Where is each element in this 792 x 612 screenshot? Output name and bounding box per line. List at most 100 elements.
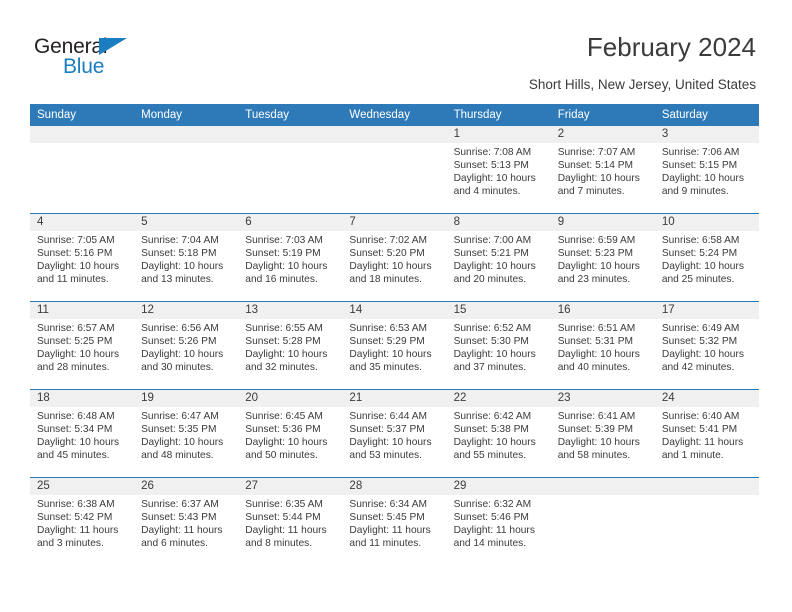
daylight-text: Daylight: 10 hours and 45 minutes.	[37, 437, 120, 462]
day-number: 28	[349, 480, 363, 492]
sunset-text: Sunset: 5:39 PM	[557, 424, 634, 436]
day-number: 7	[349, 216, 356, 228]
calendar-day-cell[interactable]: 3 Sunrise: 7:06 AM Sunset: 5:15 PM Daylight…	[654, 126, 759, 213]
day-details: Sunrise: 7:05 AM Sunset: 5:16 PM Daylight:…	[30, 231, 134, 286]
day-details: Sunrise: 7:06 AM Sunset: 5:15 PM Daylight:…	[655, 143, 759, 198]
day-number-band: 8	[446, 214, 551, 231]
sunrise-text: Sunrise: 7:03 AM	[245, 235, 323, 246]
daylight-text: Daylight: 10 hours and 7 minutes.	[557, 173, 640, 198]
sunrise-text: Sunrise: 6:34 AM	[349, 499, 428, 510]
daylight-text: Daylight: 10 hours and 23 minutes.	[557, 261, 640, 286]
day-number-band: 18	[30, 390, 135, 407]
sunrise-text: Sunrise: 6:40 AM	[661, 411, 740, 422]
calendar-day-cell[interactable]: 27 Sunrise: 6:35 AM Sunset: 5:44 PM Dayligh…	[238, 478, 343, 566]
calendar-day-cell[interactable]: 23 Sunrise: 6:41 AM Sunset: 5:39 PM Dayligh…	[550, 390, 655, 477]
sunset-text: Sunset: 5:19 PM	[245, 248, 321, 260]
sunset-text: Sunset: 5:28 PM	[245, 336, 321, 348]
daylight-text: Daylight: 10 hours and 11 minutes.	[37, 261, 120, 286]
calendar-day-cell[interactable]: 10 Sunrise: 6:58 AM Sunset: 5:24 PM Dayligh…	[654, 214, 759, 301]
calendar-day-cell[interactable]: 25 Sunrise: 6:38 AM Sunset: 5:42 PM Dayligh…	[30, 478, 135, 566]
day-number: 12	[141, 304, 154, 316]
day-number-band: 3	[654, 126, 759, 143]
sunrise-text: Sunrise: 6:47 AM	[141, 411, 219, 422]
calendar-day-cell[interactable]: 22 Sunrise: 6:42 AM Sunset: 5:38 PM Dayligh…	[446, 390, 551, 477]
calendar-day-cell[interactable]: 4 Sunrise: 7:05 AM Sunset: 5:16 PM Daylight…	[30, 214, 135, 301]
sunrise-text: Sunrise: 7:05 AM	[37, 235, 115, 246]
sunrise-text: Sunrise: 6:53 AM	[349, 323, 428, 334]
day-details: Sunrise: 7:03 AM Sunset: 5:19 PM Daylight:…	[238, 231, 342, 286]
day-number-band: 1	[446, 126, 551, 143]
calendar-day-cell[interactable]: 2 Sunrise: 7:07 AM Sunset: 5:14 PM Daylight…	[550, 126, 655, 213]
day-number-band	[342, 126, 447, 143]
calendar-day-cell[interactable]: 9 Sunrise: 6:59 AM Sunset: 5:23 PM Daylight…	[550, 214, 655, 301]
calendar-day-cell[interactable]: 1 Sunrise: 7:08 AM Sunset: 5:13 PM Daylight…	[446, 126, 551, 213]
daylight-text: Daylight: 10 hours and 53 minutes.	[349, 437, 432, 462]
calendar-day-cell[interactable]: 12 Sunrise: 6:56 AM Sunset: 5:26 PM Dayligh…	[134, 302, 239, 389]
calendar-day-cell[interactable]: 18 Sunrise: 6:48 AM Sunset: 5:34 PM Dayligh…	[30, 390, 135, 477]
daylight-text: Daylight: 10 hours and 30 minutes.	[141, 349, 224, 374]
sunset-text: Sunset: 5:41 PM	[661, 424, 738, 436]
weekday-header-row: Sunday Monday Tuesday Wednesday Thursday Frid…	[30, 104, 759, 126]
day-number-band	[238, 126, 343, 143]
day-details: Sunrise: 6:51 AM Sunset: 5:31 PM Daylight:…	[551, 319, 655, 374]
calendar-day-cell[interactable]: 8 Sunrise: 7:00 AM Sunset: 5:21 PM Daylight…	[446, 214, 551, 301]
sunrise-text: Sunrise: 6:55 AM	[245, 323, 323, 334]
day-number: 22	[453, 392, 467, 404]
sunset-text: Sunset: 5:31 PM	[557, 336, 634, 348]
daylight-text: Daylight: 10 hours and 58 minutes.	[557, 437, 640, 462]
sunrise-text: Sunrise: 6:41 AM	[557, 411, 636, 422]
calendar-day-cell[interactable]: 29 Sunrise: 6:32 AM Sunset: 5:46 PM Dayligh…	[446, 478, 551, 566]
day-details: Sunrise: 7:08 AM Sunset: 5:13 PM Daylight:…	[447, 143, 551, 198]
day-number-band: 16	[550, 302, 655, 319]
day-number-band: 12	[134, 302, 239, 319]
sunrise-text: Sunrise: 7:04 AM	[141, 235, 219, 246]
calendar-day-cell[interactable]: 7 Sunrise: 7:02 AM Sunset: 5:20 PM Daylight…	[342, 214, 447, 301]
sunset-text: Sunset: 5:25 PM	[37, 336, 113, 348]
calendar-day-cell[interactable]: 11 Sunrise: 6:57 AM Sunset: 5:25 PM Dayligh…	[30, 302, 135, 389]
sunrise-text: Sunrise: 6:38 AM	[37, 499, 115, 510]
daylight-text: Daylight: 10 hours and 4 minutes.	[453, 173, 536, 198]
sunrise-text: Sunrise: 6:49 AM	[661, 323, 740, 334]
weekday-header-wednesday: Wednesday	[349, 109, 410, 121]
day-number: 18	[37, 392, 50, 404]
day-number: 27	[245, 480, 259, 492]
day-number-band: 4	[30, 214, 135, 231]
calendar-day-cell[interactable]: 17 Sunrise: 6:49 AM Sunset: 5:32 PM Dayligh…	[654, 302, 759, 389]
day-number: 11	[37, 304, 49, 316]
calendar-day-cell[interactable]: 14 Sunrise: 6:53 AM Sunset: 5:29 PM Dayligh…	[342, 302, 447, 389]
day-number-band: 15	[446, 302, 551, 319]
calendar-week-row: 11 Sunrise: 6:57 AM Sunset: 5:25 PM Dayligh…	[30, 302, 759, 390]
page-header: General Blue February 2024 Short Hills, …	[0, 0, 792, 100]
day-number-band: 23	[550, 390, 655, 407]
calendar-day-cell[interactable]: 20 Sunrise: 6:45 AM Sunset: 5:36 PM Dayligh…	[238, 390, 343, 477]
daylight-text: Daylight: 11 hours and 6 minutes.	[141, 525, 223, 550]
daylight-text: Daylight: 10 hours and 25 minutes.	[661, 261, 744, 286]
calendar-day-cell[interactable]: 24 Sunrise: 6:40 AM Sunset: 5:41 PM Dayligh…	[654, 390, 759, 477]
daylight-text: Daylight: 10 hours and 40 minutes.	[557, 349, 640, 374]
sunrise-text: Sunrise: 7:07 AM	[557, 147, 636, 158]
calendar-day-cell[interactable]: 5 Sunrise: 7:04 AM Sunset: 5:18 PM Daylight…	[134, 214, 239, 301]
calendar-day-cell[interactable]: 15 Sunrise: 6:52 AM Sunset: 5:30 PM Dayligh…	[446, 302, 551, 389]
day-number: 4	[37, 216, 44, 228]
day-details: Sunrise: 6:57 AM Sunset: 5:25 PM Daylight:…	[30, 319, 134, 374]
calendar-day-cell-empty	[30, 126, 135, 213]
day-details: Sunrise: 6:34 AM Sunset: 5:45 PM Daylight:…	[342, 495, 446, 550]
day-details: Sunrise: 6:42 AM Sunset: 5:38 PM Daylight:…	[447, 407, 551, 462]
day-details: Sunrise: 6:55 AM Sunset: 5:28 PM Daylight:…	[238, 319, 342, 374]
calendar-day-cell[interactable]: 26 Sunrise: 6:37 AM Sunset: 5:43 PM Dayligh…	[134, 478, 239, 566]
calendar-day-cell[interactable]: 19 Sunrise: 6:47 AM Sunset: 5:35 PM Dayligh…	[134, 390, 239, 477]
sunrise-text: Sunrise: 6:37 AM	[141, 499, 219, 510]
weekday-header-friday: Friday	[557, 109, 590, 121]
calendar-day-cell[interactable]: 13 Sunrise: 6:55 AM Sunset: 5:28 PM Dayligh…	[238, 302, 343, 389]
sunrise-text: Sunrise: 6:45 AM	[245, 411, 323, 422]
calendar-day-cell[interactable]: 28 Sunrise: 6:34 AM Sunset: 5:45 PM Dayligh…	[342, 478, 447, 566]
day-number-band: 25	[30, 478, 135, 495]
calendar-day-cell[interactable]: 21 Sunrise: 6:44 AM Sunset: 5:37 PM Dayligh…	[342, 390, 447, 477]
calendar-week-row: 18 Sunrise: 6:48 AM Sunset: 5:34 PM Dayligh…	[30, 390, 759, 478]
calendar-day-cell[interactable]: 6 Sunrise: 7:03 AM Sunset: 5:19 PM Daylight…	[238, 214, 343, 301]
day-details: Sunrise: 6:32 AM Sunset: 5:46 PM Daylight:…	[447, 495, 551, 550]
day-number-band	[30, 126, 135, 143]
calendar-day-cell[interactable]: 16 Sunrise: 6:51 AM Sunset: 5:31 PM Dayligh…	[550, 302, 655, 389]
day-number: 23	[557, 392, 571, 404]
sunrise-text: Sunrise: 7:02 AM	[349, 235, 428, 246]
